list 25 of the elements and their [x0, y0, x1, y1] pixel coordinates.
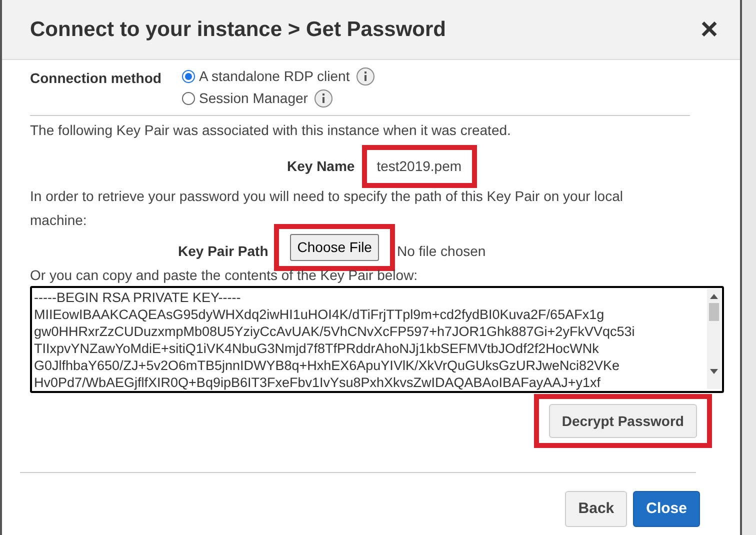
decrypt-password-button[interactable]: Decrypt Password	[548, 404, 697, 438]
scrollbar[interactable]	[707, 289, 721, 389]
key-name-value: test2019.pem	[362, 145, 477, 188]
field-label: Key Name	[287, 157, 355, 176]
radio-label[interactable]: Session Manager	[199, 88, 308, 109]
field-label: Connection method	[30, 69, 162, 88]
choose-file-button[interactable]: Choose File	[290, 234, 379, 261]
info-icon[interactable]	[314, 89, 333, 108]
instruction-text: Or you can copy and paste the contents of the Key Pair below:	[30, 266, 419, 285]
intro-text: The following Key Pair was associated with this instance when it was created.	[30, 121, 512, 140]
close-button[interactable]: Close	[633, 491, 700, 527]
key-contents-field[interactable]: -----BEGIN RSA PRIVATE KEY----- MIIEowIBAAKCAQEAsG95dyWHXdq2iwHI1uHOI4K/dTiFrjTTpl9m+cd2fydBI0Kuva2F/65AFx1g gw0HHRxrZzCUDuzxmpMb08U5YziyCcAvUAK/5VhCNvXcFP597+h7JOR1Ghk887Gi+2yFkVVqc53i TIIxpvYNZawYoMdiE+sitiQ1iVK4NbuG3Nmjd7f8TfPRddrAhoNJj1kbSEFMVtbJOdf2f2HocWNk G0JlfhbaY650/ZJ+5v2O6mTB5jnnIDWYB8q+HxhEX6ApuYIVlK/XkVrQuGUksGzURJweNci82VKe Hv0Pd7/WbAEGjflfXIR0Q+Bq9ipB6IT3FxeFbv1IvYsu8PxhXkvsZwIDAQABAoIBAFayAAJ+y1xf	[30, 286, 724, 393]
file-status: No file chosen	[396, 242, 486, 261]
radio-button[interactable]	[182, 70, 195, 83]
instruction-text: In order to retrieve your password you will need to specify the path of this Key Pair on your local machine:	[30, 187, 624, 230]
radio-label[interactable]: A standalone RDP client	[199, 66, 350, 87]
radio-button[interactable]	[182, 92, 195, 105]
scrollbar-thumb[interactable]	[709, 303, 719, 321]
dialog-title: Connect to your instance > Get Password	[30, 16, 446, 43]
field-label: Key Pair Path	[178, 242, 268, 261]
info-icon[interactable]	[356, 67, 375, 86]
back-button[interactable]: Back	[565, 491, 628, 527]
close-button[interactable]: ×	[700, 14, 718, 44]
scroll-up-icon[interactable]	[710, 293, 718, 299]
scroll-down-icon[interactable]	[710, 369, 718, 375]
